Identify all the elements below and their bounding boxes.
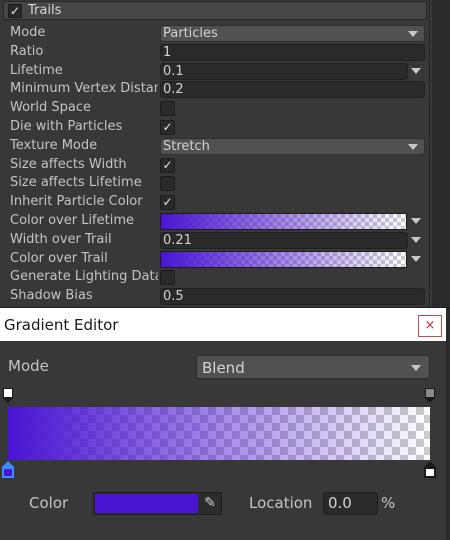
close-icon: ×	[424, 318, 436, 333]
gradient-field[interactable]	[160, 250, 407, 268]
property-row: Die with Particles ✓	[0, 118, 430, 137]
inspector-scrollbar[interactable]	[432, 0, 450, 307]
chevron-down-icon	[408, 31, 418, 37]
gradient-editor-window: Gradient Editor × Mode Blend Color ✎ Loc…	[0, 307, 450, 540]
property-label: Mode	[10, 25, 46, 40]
property-row: Inherit Particle Color ✓	[0, 193, 430, 212]
property-label: Size affects Lifetime	[10, 175, 142, 191]
property-label: Texture Mode	[10, 137, 98, 153]
property-label: Inherit Particle Color	[10, 194, 143, 210]
trails-module-header[interactable]: ✓ Trails	[3, 1, 427, 20]
module-enabled-checkbox[interactable]: ✓	[8, 4, 22, 18]
property-row: World Space	[0, 99, 430, 118]
alpha-key-marker[interactable]	[3, 388, 13, 403]
property-label: Lifetime	[10, 62, 63, 78]
property-dropdown[interactable]: Particles	[160, 25, 425, 42]
property-row: Size affects Lifetime	[0, 174, 430, 193]
property-label: World Space	[10, 100, 92, 116]
location-label: Location	[249, 494, 313, 512]
color-key-marker[interactable]	[2, 461, 14, 479]
window-edge	[446, 308, 450, 540]
mode-dropdown[interactable]: Blend	[196, 355, 430, 379]
color-field[interactable]: ✎	[93, 492, 222, 515]
property-checkbox[interactable]: ✓	[160, 120, 175, 135]
property-input[interactable]: 0.5	[160, 288, 425, 306]
chevron-down-icon[interactable]	[411, 255, 421, 262]
property-row: Color over Lifetime	[0, 212, 430, 231]
alpha-key-body	[3, 388, 13, 398]
property-checkbox[interactable]	[160, 270, 175, 286]
property-row: Width over Trail 0.21	[0, 231, 430, 250]
color-key-body	[2, 467, 14, 478]
chevron-down-icon[interactable]	[411, 236, 421, 243]
property-label: Size affects Width	[10, 156, 127, 172]
property-dropdown[interactable]: Stretch	[160, 137, 425, 155]
mode-label: Mode	[8, 357, 49, 375]
alpha-key-marker[interactable]	[425, 388, 435, 403]
chevron-down-icon[interactable]	[411, 218, 421, 224]
property-label: Width over Trail	[10, 231, 112, 247]
property-label: Die with Particles	[10, 119, 123, 134]
chevron-down-icon	[408, 143, 418, 150]
property-label: Shadow Bias	[10, 288, 93, 304]
gradient-fill	[161, 251, 406, 267]
property-row: Texture Mode Stretch	[0, 137, 430, 156]
property-label: Minimum Vertex Distance	[10, 81, 158, 97]
inspector-panel: ✓ Trails Mode Particles Ratio 1 Lifetime 0.1 M…	[0, 0, 450, 307]
color-label: Color	[29, 494, 69, 512]
module-title: Trails	[28, 3, 62, 18]
gradient-preview[interactable]	[8, 407, 430, 460]
property-checkbox[interactable]: ✓	[160, 195, 175, 211]
dropdown-value: Stretch	[163, 138, 210, 154]
alpha-key-pointer	[3, 398, 13, 403]
property-row: Size affects Width ✓	[0, 156, 430, 175]
property-input[interactable]: 1	[160, 43, 425, 61]
alpha-key-body	[425, 388, 435, 398]
window-title: Gradient Editor	[4, 316, 119, 334]
color-key-body	[424, 467, 436, 478]
property-row: Lifetime 0.1	[0, 62, 430, 81]
gradient-fill	[8, 407, 430, 460]
property-row: Color over Trail	[0, 250, 430, 269]
property-input[interactable]: 0.21	[160, 231, 408, 249]
property-row: Minimum Vertex Distance0.2	[0, 80, 430, 99]
close-button[interactable]: ×	[418, 315, 442, 337]
property-checkbox[interactable]: ✓	[160, 157, 175, 173]
chevron-down-icon[interactable]	[411, 67, 421, 74]
property-checkbox[interactable]	[160, 176, 175, 192]
property-row: Shadow Bias 0.5	[0, 287, 430, 306]
gradient-fill	[161, 214, 406, 229]
mode-value: Blend	[202, 359, 245, 377]
property-label: Ratio	[10, 43, 44, 59]
property-label: Color over Trail	[10, 250, 108, 266]
gradient-editor-titlebar[interactable]: Gradient Editor ×	[0, 308, 446, 341]
eyedropper-icon[interactable]: ✎	[202, 495, 218, 512]
alpha-key-pointer	[425, 398, 435, 403]
property-checkbox[interactable]	[160, 101, 175, 117]
property-label: Generate Lighting Data	[10, 269, 158, 285]
percent-unit: %	[381, 494, 396, 512]
checkmark-icon: ✓	[9, 4, 21, 18]
chevron-down-icon	[411, 365, 421, 371]
color-key-marker[interactable]	[424, 461, 436, 479]
property-row: Mode Particles	[0, 24, 430, 43]
property-row: Generate Lighting Data	[0, 268, 430, 287]
property-label: Color over Lifetime	[10, 213, 134, 228]
location-input[interactable]: 0.0	[323, 492, 378, 515]
gradient-field[interactable]	[160, 213, 407, 230]
property-input[interactable]: 0.1	[160, 62, 408, 80]
dropdown-value: Particles	[163, 26, 218, 41]
property-row: Ratio 1	[0, 43, 430, 62]
property-input[interactable]: 0.2	[160, 81, 425, 99]
color-swatch[interactable]	[95, 494, 198, 513]
